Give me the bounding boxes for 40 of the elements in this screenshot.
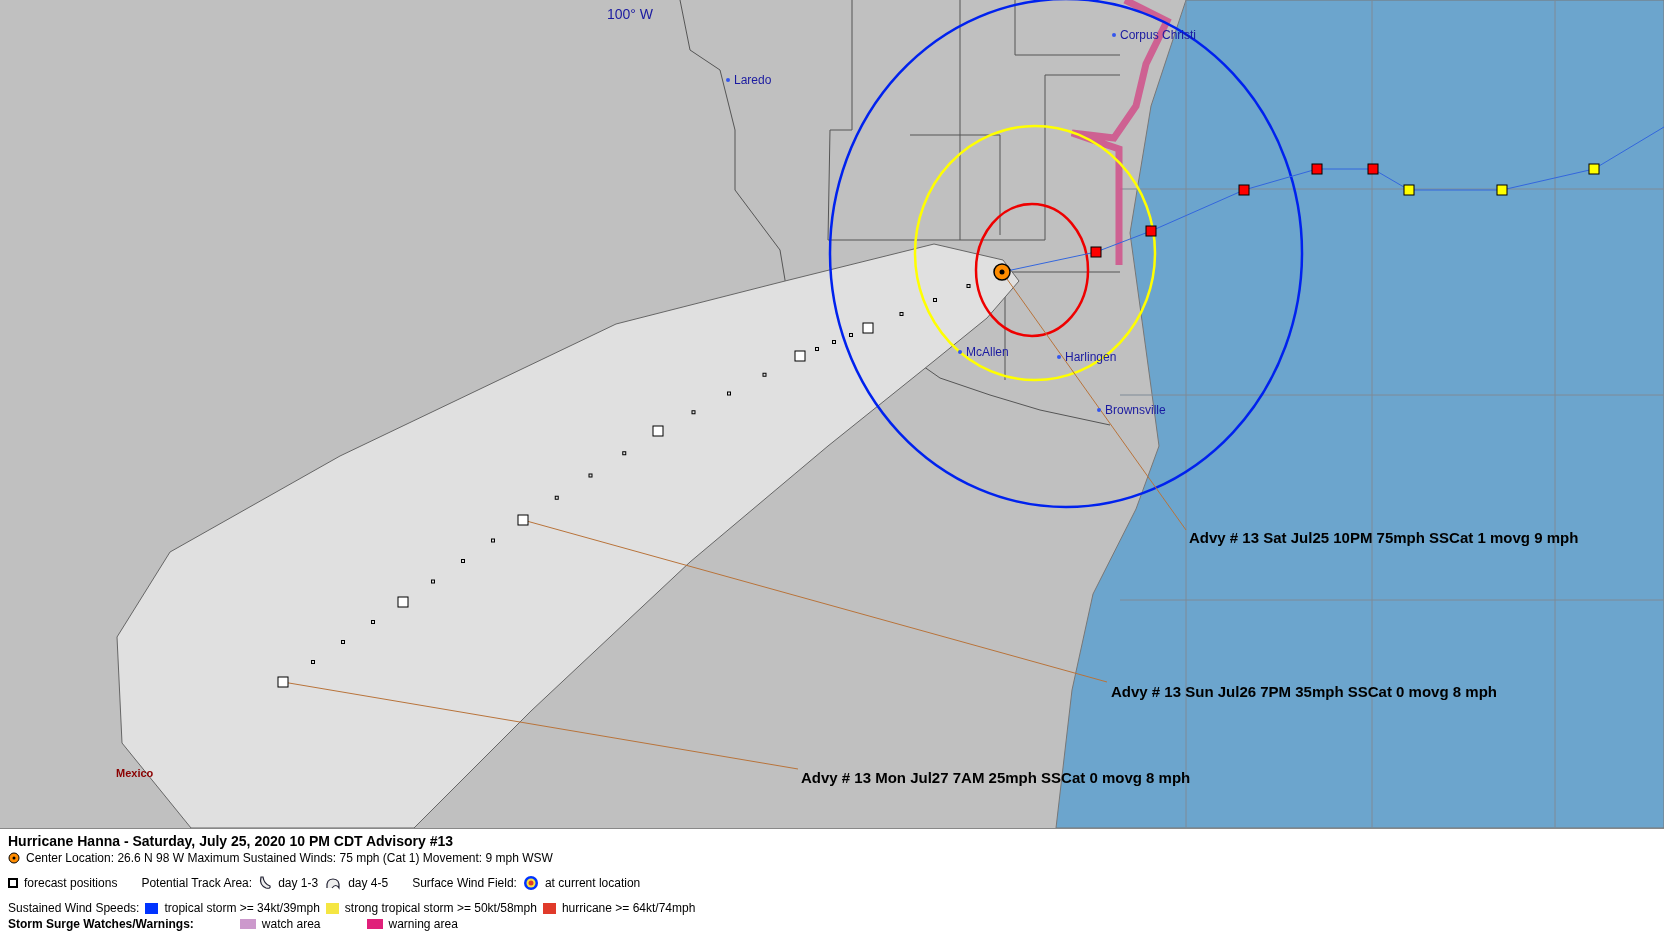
legend-label: forecast positions (24, 876, 118, 890)
city-label: Brownsville (1105, 403, 1166, 417)
storm-center-icon (8, 852, 20, 864)
city-label: Laredo (734, 73, 772, 87)
forecast-position-marker (652, 425, 664, 437)
longitude-label: 100° W (607, 6, 654, 22)
legend-label: at current location (544, 876, 641, 890)
legend-label: hurricane >= 64kt/74mph (561, 901, 696, 915)
country-label: Mexico (116, 767, 154, 779)
legend-label: tropical storm >= 34kt/39mph (164, 901, 320, 915)
wind-field-icon (522, 875, 539, 891)
legend-label: Sustained Wind Speeds: (8, 901, 140, 915)
legend-label: day 1-3 (278, 876, 319, 890)
advisory-title: Hurricane Hanna - Saturday, July 25, 2020 10 PM CDT Advisory #13 (8, 833, 455, 849)
forecast-position-marker (794, 350, 806, 362)
city-dot (1112, 33, 1116, 37)
forecast-position-marker (862, 322, 874, 334)
legend-label: strong tropical storm >= 50kt/58mph (344, 901, 537, 915)
legend-label: watch area (261, 917, 321, 931)
storm-center-icon (993, 263, 1011, 281)
legend-label: Potential Track Area: (141, 876, 253, 890)
forecast-position-marker (277, 676, 289, 688)
cone-icon (258, 875, 273, 891)
advisory-label: Advy # 13 Sat Jul25 10PM 75mph SSCat 1 movg 9 mph (1189, 529, 1579, 546)
city-dot (1097, 408, 1101, 412)
legend-label: Storm Surge Watches/Warnings: (8, 917, 194, 931)
city-dot (726, 78, 730, 82)
center-location-text: Center Location: 26.6 N 98 W Maximum Sustained Winds: 75 mph (Cat 1) Movement: 9 mph WSW (26, 851, 553, 865)
city-dot (958, 350, 962, 354)
city-dot (1057, 355, 1061, 359)
forecast-position-marker (397, 596, 409, 608)
advisory-label: Advy # 13 Mon Jul27 7AM 25mph SSCat 0 movg 8 mph (801, 769, 1191, 786)
legend-label: warning area (388, 917, 458, 931)
advisory-label: Advy # 13 Sun Jul26 7PM 35mph SSCat 0 movg 8 mph (1111, 683, 1497, 700)
cone-icon (324, 876, 343, 890)
legend-label: Surface Wind Field: (412, 876, 517, 890)
legend-label: day 4-5 (348, 876, 389, 890)
square-icon (8, 878, 18, 888)
city-label: McAllen (966, 345, 1009, 359)
forecast-position-marker (517, 514, 529, 526)
